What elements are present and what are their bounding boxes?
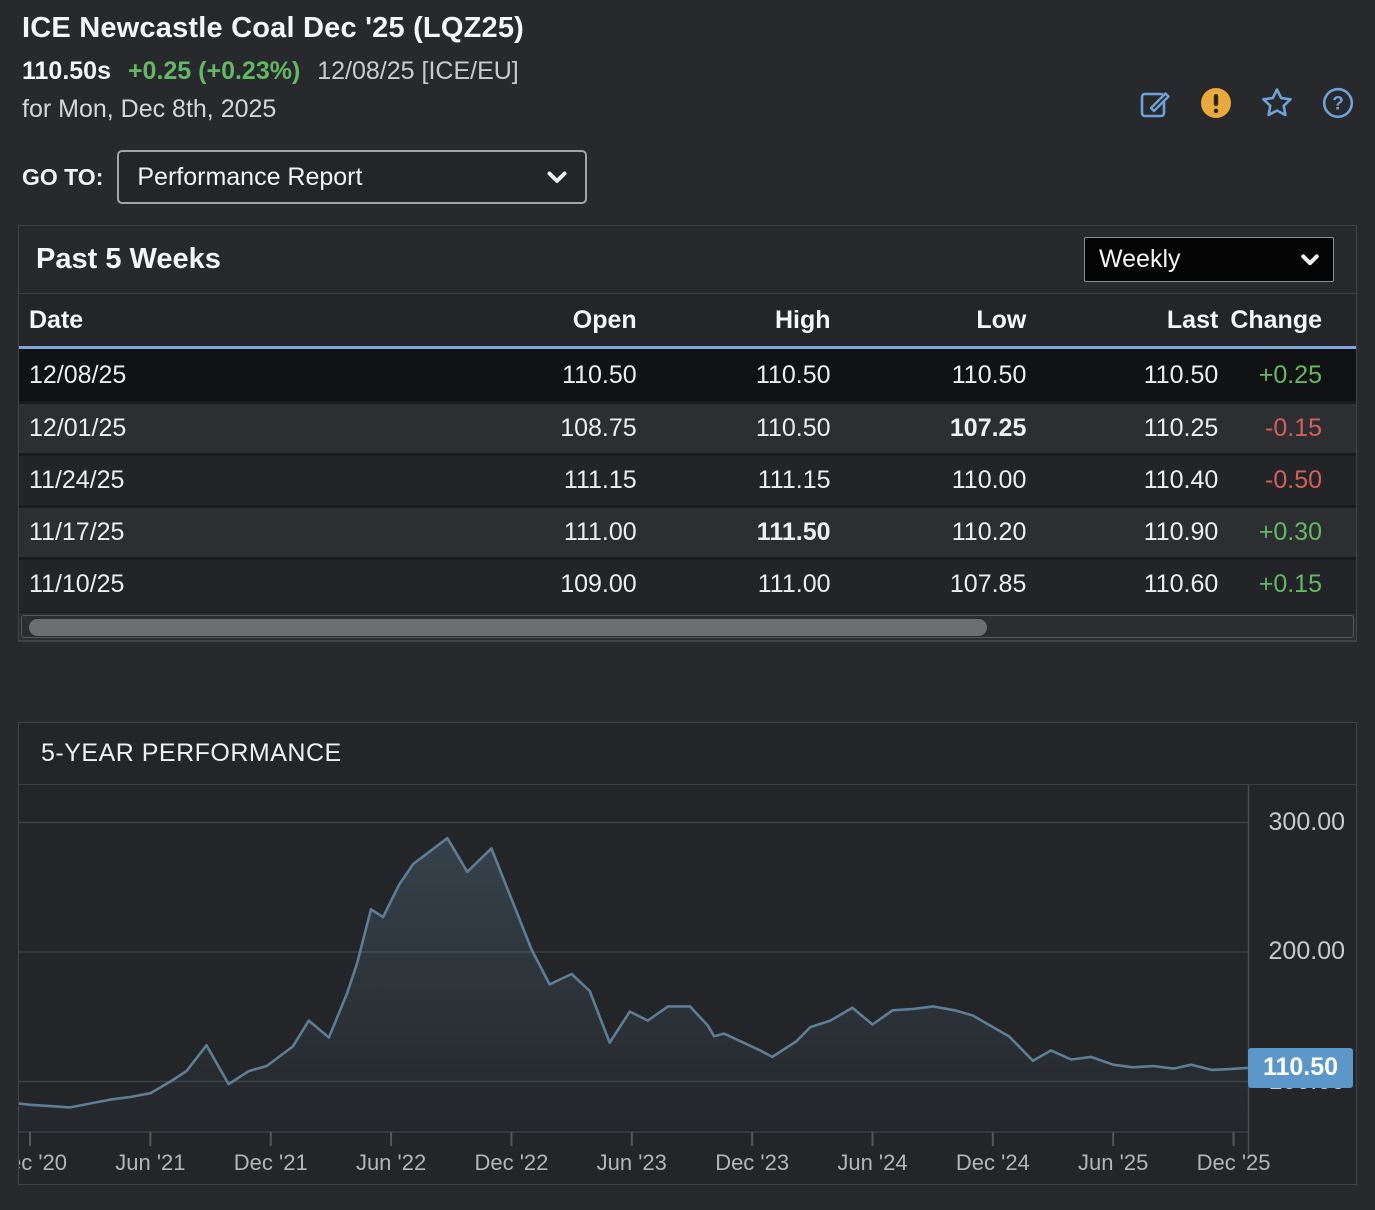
chart-titlebar: 5-YEAR PERFORMANCE	[19, 723, 1356, 785]
column-header: High	[643, 294, 837, 349]
table-cell: 111.15	[452, 453, 643, 505]
table-cell: -0.50	[1224, 453, 1356, 505]
table-row: 11/24/25111.15111.15110.00110.40-0.50	[19, 453, 1356, 505]
help-icon[interactable]: ?	[1321, 86, 1355, 120]
y-axis-label: 200.00	[1244, 937, 1356, 966]
chart-title: 5-YEAR PERFORMANCE	[41, 739, 342, 768]
table-cell: 110.50	[643, 349, 837, 401]
price-history-table: DateOpenHighLowLastChange 12/08/25110.50…	[19, 294, 1356, 609]
table-cell: 110.50	[837, 349, 1033, 401]
horizontal-scrollbar[interactable]	[19, 612, 1356, 641]
table-cell: 11/17/25	[19, 505, 452, 557]
goto-label: GO TO:	[22, 164, 103, 191]
table-cell: 11/10/25	[19, 557, 452, 609]
five-year-performance-panel: 5-YEAR PERFORMANCE 300.00200.00100.00Dec…	[18, 722, 1357, 1185]
goto-select[interactable]: Performance Report	[117, 150, 587, 204]
table-cell: 108.75	[452, 401, 643, 453]
star-icon[interactable]	[1260, 86, 1294, 120]
alert-icon[interactable]	[1199, 86, 1233, 120]
column-header: Open	[452, 294, 643, 349]
scrollbar-thumb[interactable]	[29, 619, 987, 636]
table-header-row: DateOpenHighLowLastChange	[19, 294, 1356, 349]
column-header: Date	[19, 294, 452, 349]
x-axis-label: Jun '24	[837, 1150, 907, 1176]
chart-area: 300.00200.00100.00Dec '20Jun '21Dec '21J…	[19, 785, 1356, 1177]
goto-row: GO TO: Performance Report	[22, 150, 587, 204]
quote-summary: 110.50s +0.25 (+0.23%) 12/08/25 [ICE/EU]	[22, 57, 519, 86]
table-cell: 111.00	[452, 505, 643, 557]
x-axis-label: Dec '21	[234, 1150, 308, 1176]
price-chart	[19, 785, 1356, 1177]
y-axis-label: 300.00	[1244, 808, 1356, 837]
session-date: for Mon, Dec 8th, 2025	[22, 95, 276, 124]
table-cell: 111.00	[643, 557, 837, 609]
page-title: ICE Newcastle Coal Dec '25 (LQZ25)	[22, 12, 524, 45]
x-axis-label: Jun '25	[1078, 1150, 1148, 1176]
table-row: 12/08/25110.50110.50110.50110.50+0.25	[19, 349, 1356, 401]
table-cell: 110.25	[1032, 401, 1224, 453]
table-cell: 110.50	[452, 349, 643, 401]
last-price-badge: 110.50	[1248, 1048, 1353, 1088]
table-cell: 110.50	[643, 401, 837, 453]
table-cell: 11/24/25	[19, 453, 452, 505]
last-price: 110.50s	[22, 57, 111, 85]
x-axis-label: Dec '22	[474, 1150, 548, 1176]
chevron-down-icon	[547, 171, 567, 184]
table-cell: 110.40	[1032, 453, 1224, 505]
table-row: 11/17/25111.00111.50110.20110.90+0.30	[19, 505, 1356, 557]
table-cell: 110.50	[1032, 349, 1224, 401]
table-cell: 109.00	[452, 557, 643, 609]
table-cell: 111.50	[643, 505, 837, 557]
edit-icon[interactable]	[1138, 86, 1172, 120]
quote-actions: ?	[1138, 86, 1355, 120]
table-row: 11/10/25109.00111.00107.85110.60+0.15	[19, 557, 1356, 609]
table-body: 12/08/25110.50110.50110.50110.50+0.2512/…	[19, 349, 1356, 609]
x-axis-label: Jun '23	[597, 1150, 667, 1176]
table-cell: +0.15	[1224, 557, 1356, 609]
table-cell: 107.25	[837, 401, 1033, 453]
table-row: 12/01/25108.75110.50107.25110.25-0.15	[19, 401, 1356, 453]
past-5-weeks-panel: Past 5 Weeks Weekly DateOpenHighLowLastC…	[18, 225, 1357, 642]
x-axis-label: Dec '24	[956, 1150, 1030, 1176]
table-cell: 110.00	[837, 453, 1033, 505]
scrollbar-track[interactable]	[21, 615, 1354, 638]
table-cell: -0.15	[1224, 401, 1356, 453]
table-cell: 107.85	[837, 557, 1033, 609]
frequency-select[interactable]: Weekly	[1084, 237, 1334, 282]
frequency-selected-value: Weekly	[1099, 245, 1181, 274]
table-cell: 12/08/25	[19, 349, 452, 401]
chevron-down-icon	[1301, 254, 1319, 266]
svg-text:?: ?	[1332, 94, 1344, 115]
table-cell: 12/01/25	[19, 401, 452, 453]
x-axis-label: Dec '23	[715, 1150, 789, 1176]
table-cell: 111.15	[643, 453, 837, 505]
table-cell: 110.20	[837, 505, 1033, 557]
table-title: Past 5 Weeks	[36, 243, 221, 276]
column-header: Last	[1032, 294, 1224, 349]
x-axis-label: Jun '21	[115, 1150, 185, 1176]
x-axis-label: Jun '22	[356, 1150, 426, 1176]
goto-selected-value: Performance Report	[137, 163, 362, 192]
x-axis-label: Dec '25	[1197, 1150, 1271, 1176]
column-header: Low	[837, 294, 1033, 349]
table-cell: 110.90	[1032, 505, 1224, 557]
table-titlebar: Past 5 Weeks Weekly	[19, 226, 1356, 294]
x-axis-label: Dec '20	[19, 1150, 67, 1176]
table-cell: +0.30	[1224, 505, 1356, 557]
quote-date-source: 12/08/25 [ICE/EU]	[317, 57, 519, 85]
column-header: Change	[1224, 294, 1356, 349]
table-cell: +0.25	[1224, 349, 1356, 401]
price-change: +0.25 (+0.23%)	[128, 57, 300, 85]
table-cell: 110.60	[1032, 557, 1224, 609]
